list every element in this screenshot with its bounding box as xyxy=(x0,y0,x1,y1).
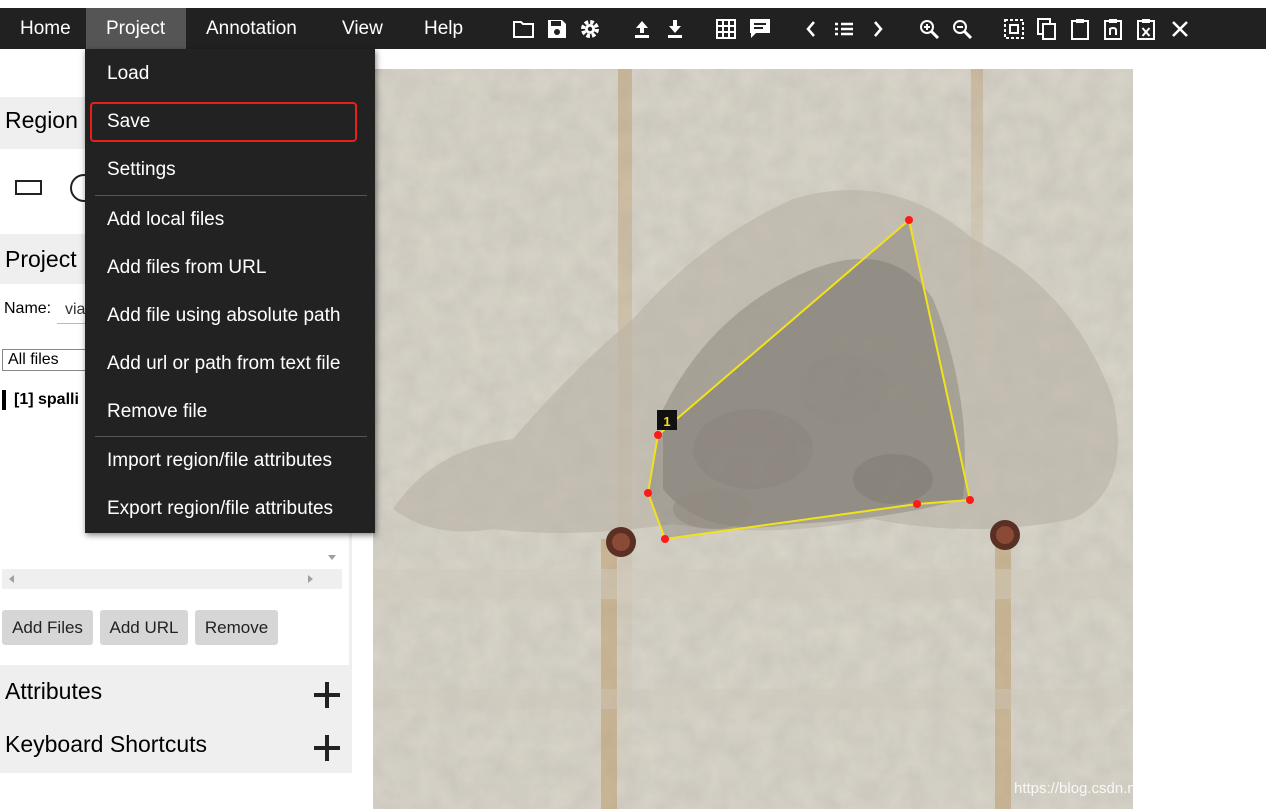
menu-divider xyxy=(95,436,367,437)
attributes-title: Attributes xyxy=(5,678,103,704)
menu-item-remove-file[interactable]: Remove file xyxy=(107,397,207,427)
grid-icon[interactable] xyxy=(714,17,738,41)
save-icon[interactable] xyxy=(545,17,569,41)
folder-open-icon[interactable] xyxy=(512,17,536,41)
region-vertex[interactable] xyxy=(966,496,974,504)
upload-icon[interactable] xyxy=(630,17,654,41)
next-icon[interactable] xyxy=(866,17,890,41)
region-label: 1 xyxy=(663,414,670,429)
watermark: https://blog.csdn.net/Fcc_bd_stars xyxy=(1014,780,1243,797)
menu-project[interactable]: Project xyxy=(86,8,186,49)
attributes-header[interactable]: Attributes xyxy=(0,665,352,718)
file-selected-marker xyxy=(2,390,6,410)
copy-icon[interactable] xyxy=(1035,17,1059,41)
download-icon[interactable] xyxy=(663,17,687,41)
vertical-scrollbar[interactable] xyxy=(322,540,342,570)
save-highlight-box xyxy=(90,102,357,142)
menu-item-export-attributes[interactable]: Export region/file attributes xyxy=(107,494,333,524)
shortcuts-expand-icon[interactable] xyxy=(314,735,340,761)
paste-n-icon[interactable] xyxy=(1101,17,1125,41)
rectangle-shape-icon[interactable] xyxy=(15,180,42,195)
menu-item-import-attributes[interactable]: Import region/file attributes xyxy=(107,446,332,476)
menu-item-add-file-absolute-path[interactable]: Add file using absolute path xyxy=(107,301,340,331)
zoom-out-icon[interactable] xyxy=(950,17,974,41)
keyboard-shortcuts-header[interactable]: Keyboard Shortcuts xyxy=(0,718,352,773)
attributes-expand-icon[interactable] xyxy=(314,682,340,708)
menu-divider xyxy=(95,195,367,196)
add-files-button[interactable]: Add Files xyxy=(2,610,93,645)
menu-item-settings[interactable]: Settings xyxy=(107,155,176,185)
zoom-in-icon[interactable] xyxy=(917,17,941,41)
file-list-item[interactable]: [1] spalli xyxy=(14,391,79,409)
prev-icon[interactable] xyxy=(799,17,823,41)
menu-item-add-url-from-text-file[interactable]: Add url or path from text file xyxy=(107,349,340,379)
close-icon[interactable] xyxy=(1168,17,1192,41)
region-vertex[interactable] xyxy=(905,216,913,224)
project-name-label: Name: xyxy=(4,300,52,317)
menu-item-load[interactable]: Load xyxy=(107,59,149,89)
top-strip xyxy=(0,0,1266,8)
concrete-image: 1 xyxy=(373,69,1133,809)
select-all-icon[interactable] xyxy=(1002,17,1026,41)
menu-help[interactable]: Help xyxy=(404,8,488,49)
region-vertex[interactable] xyxy=(913,500,921,508)
region-vertex[interactable] xyxy=(644,489,652,497)
paste-icon[interactable] xyxy=(1068,17,1092,41)
annotation-canvas[interactable]: 1 xyxy=(373,69,1133,809)
shortcuts-title: Keyboard Shortcuts xyxy=(5,731,208,757)
menu-item-add-files-from-url[interactable]: Add files from URL xyxy=(107,253,266,283)
add-url-button[interactable]: Add URL xyxy=(100,610,188,645)
delete-region-icon[interactable] xyxy=(1134,17,1158,41)
menu-view[interactable]: View xyxy=(322,8,404,49)
menu-home[interactable]: Home xyxy=(0,8,85,49)
region-vertex[interactable] xyxy=(661,535,669,543)
settings-icon[interactable] xyxy=(578,17,602,41)
comment-icon[interactable] xyxy=(748,17,772,41)
menu-annotation[interactable]: Annotation xyxy=(186,8,322,49)
list-icon[interactable] xyxy=(832,17,856,41)
region-vertex[interactable] xyxy=(654,431,662,439)
project-dropdown-menu: Load Save Settings Add local files Add f… xyxy=(85,49,375,533)
menu-item-add-local-files[interactable]: Add local files xyxy=(107,205,224,235)
project-title: Project xyxy=(5,246,77,272)
remove-button[interactable]: Remove xyxy=(195,610,278,645)
horizontal-scrollbar[interactable] xyxy=(2,569,342,589)
